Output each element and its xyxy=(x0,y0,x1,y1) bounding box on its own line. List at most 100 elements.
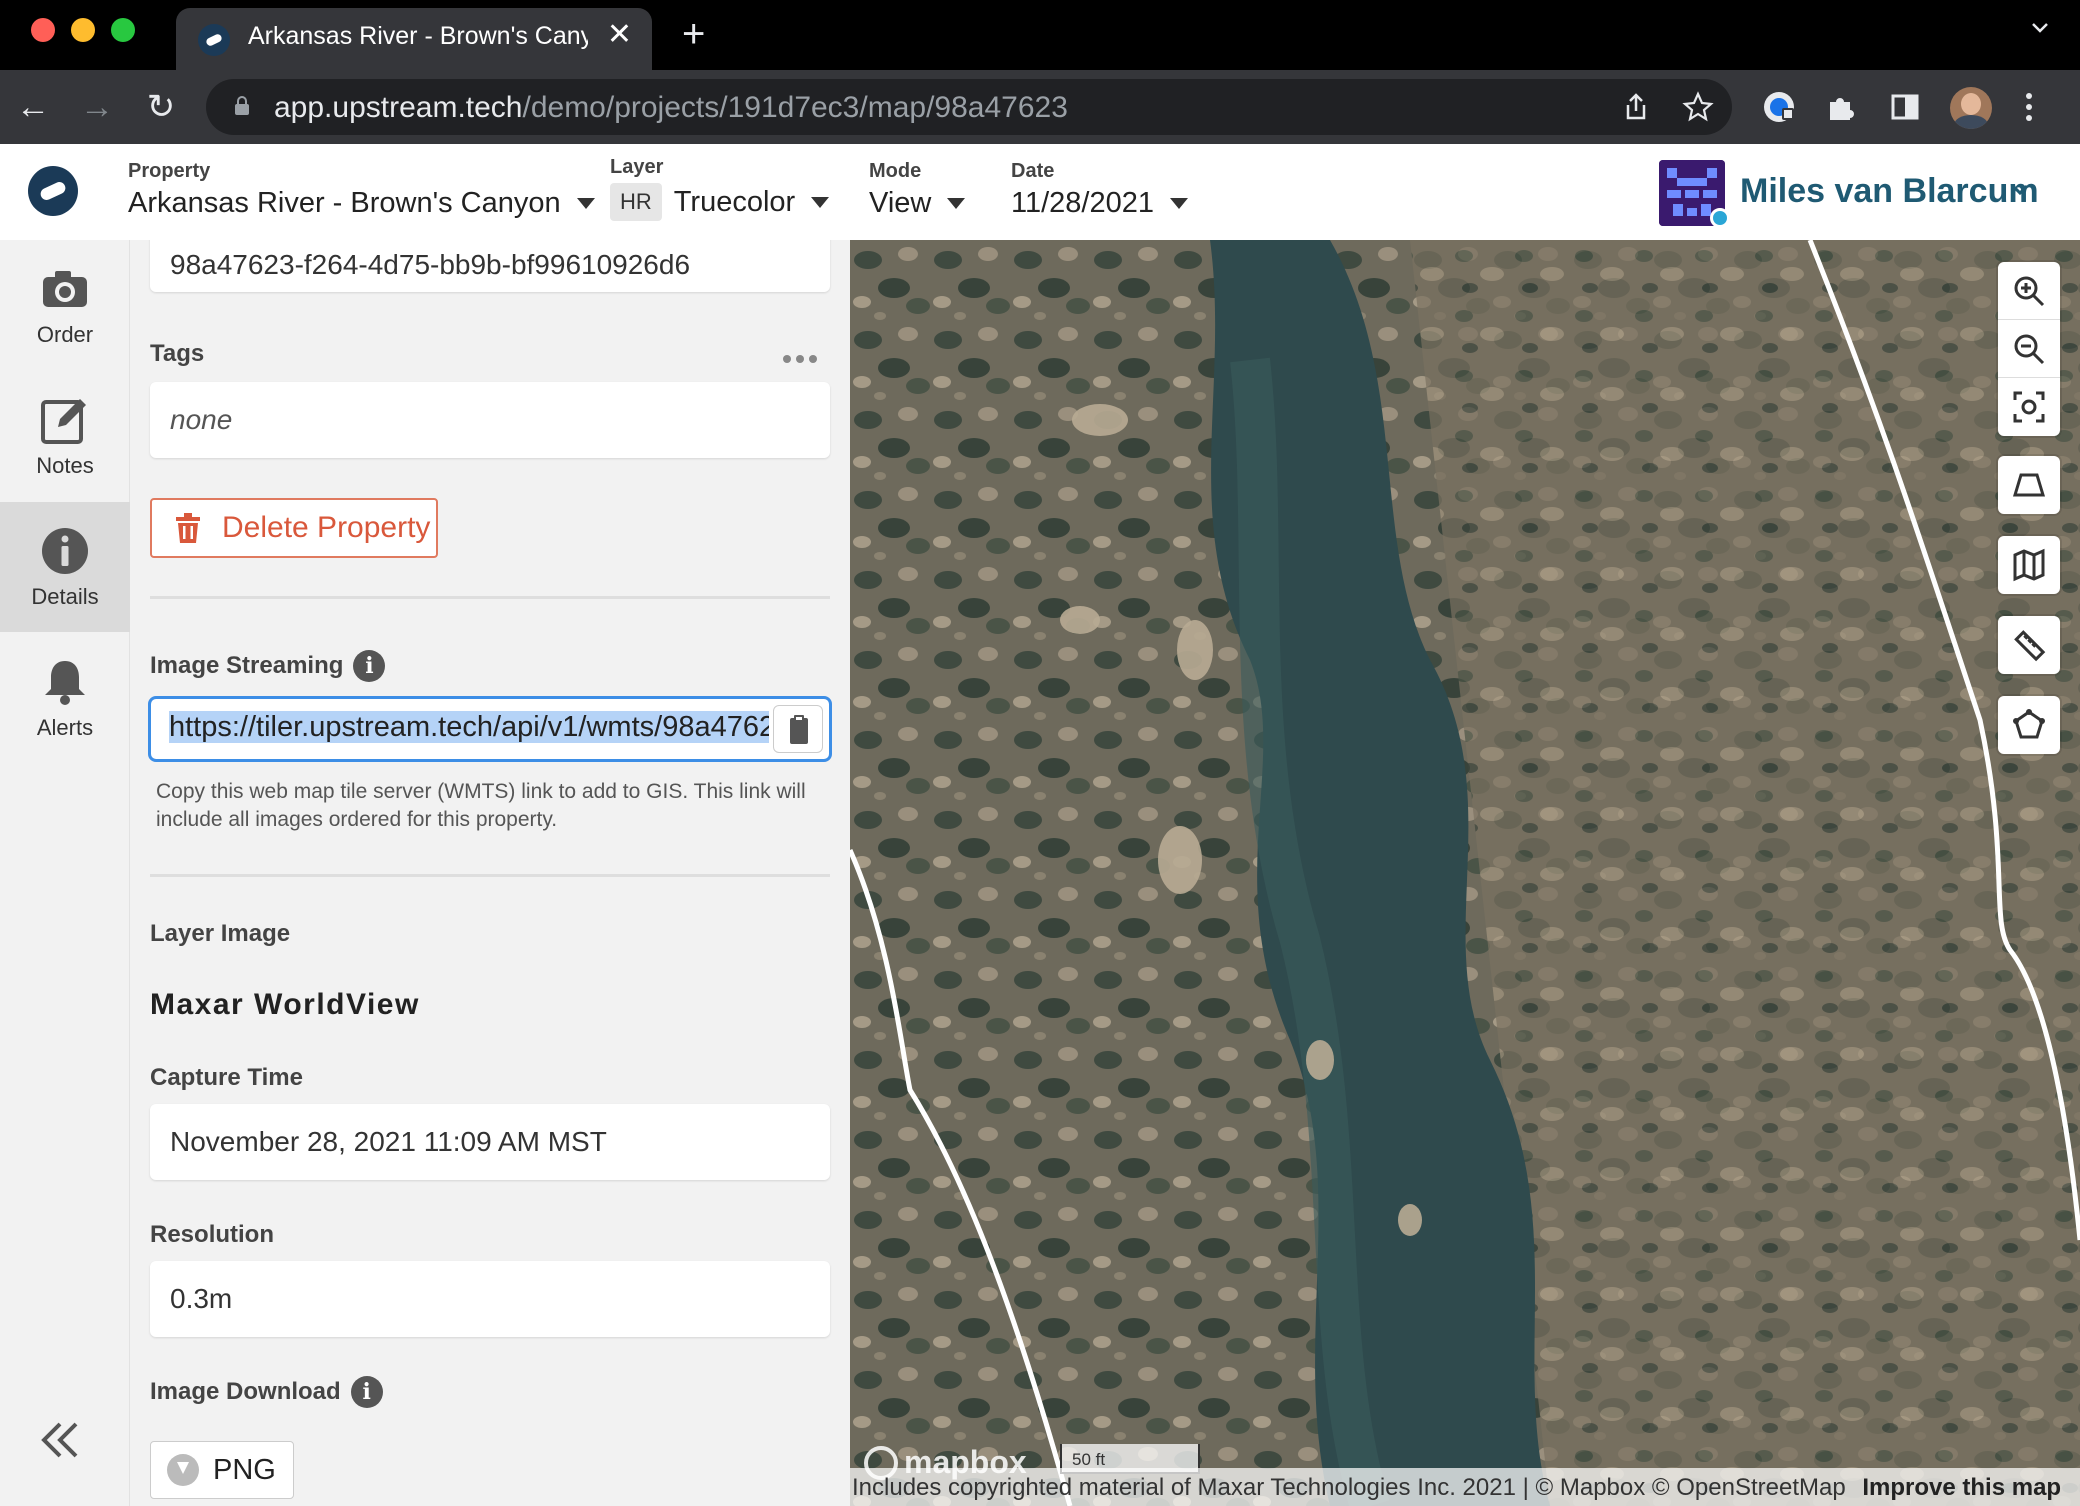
satellite-imagery xyxy=(850,240,2080,1506)
property-selector[interactable]: Property Arkansas River - Brown's Canyon xyxy=(128,160,595,220)
fit-bounds-icon xyxy=(2013,391,2045,423)
sidebar-item-details[interactable]: Details xyxy=(0,502,130,632)
caret-down-icon xyxy=(576,198,595,209)
property-id-field[interactable]: 98a47623-f264-4d75-bb9b-bf99610926d6 xyxy=(150,240,830,292)
extensions-puzzle-icon[interactable] xyxy=(1822,88,1860,126)
date-selector[interactable]: Date 11/28/2021 xyxy=(1011,160,1188,220)
improve-map-link[interactable]: Improve this map xyxy=(1862,1474,2061,1501)
password-manager-extension-icon[interactable] xyxy=(1760,88,1798,126)
wmts-url-text[interactable]: https://tiler.upstream.tech/api/v1/wmts/… xyxy=(169,711,769,744)
property-value: Arkansas River - Brown's Canyon xyxy=(128,187,561,219)
measure-button[interactable] xyxy=(1998,616,2060,674)
collapse-sidebar-icon[interactable] xyxy=(38,1420,82,1460)
browser-toolbar: ← → ↻ app.upstream.tech/demo/projects/19… xyxy=(0,70,2080,144)
app-header: Property Arkansas River - Brown's Canyon… xyxy=(0,144,2080,240)
zoom-in-button[interactable] xyxy=(1998,262,2060,320)
new-tab-button[interactable]: + xyxy=(682,14,705,54)
resolution-label: Resolution xyxy=(150,1221,274,1248)
window-maximize-button[interactable] xyxy=(111,18,135,42)
layer-value: Truecolor xyxy=(673,185,796,218)
chrome-profile-avatar[interactable] xyxy=(1950,87,1992,129)
png-download-button[interactable]: PNG xyxy=(150,1441,294,1499)
share-icon[interactable] xyxy=(1618,89,1654,125)
back-arrow-icon[interactable]: ← xyxy=(14,88,52,126)
address-bar[interactable]: app.upstream.tech/demo/projects/191d7ec3… xyxy=(206,79,1732,135)
clipboard-icon xyxy=(790,715,808,744)
wmts-help-text: Copy this web map tile server (WMTS) lin… xyxy=(156,780,806,831)
ruler-icon xyxy=(2014,630,2046,662)
layer-image-value: Maxar WorldView xyxy=(150,988,420,1021)
tags-label: Tags xyxy=(150,340,205,367)
perspective-icon xyxy=(2012,473,2046,497)
edit-note-icon xyxy=(41,399,86,444)
capture-time-label: Capture Time xyxy=(150,1064,303,1091)
browser-tab-bar: Arkansas River - Brown's Canyon ✕ + xyxy=(0,0,2080,70)
sidebar-item-notes[interactable]: Notes xyxy=(0,371,130,501)
caret-down-icon xyxy=(947,198,966,209)
chevron-down-icon[interactable] xyxy=(2010,182,2030,198)
fit-bounds-button[interactable] xyxy=(1998,378,2060,436)
user-name[interactable]: Miles van Blarcum xyxy=(1740,172,2039,211)
png-label: PNG xyxy=(213,1453,276,1486)
info-circle-icon xyxy=(42,528,88,574)
basemap-button[interactable] xyxy=(1998,536,2060,594)
info-icon[interactable]: i xyxy=(350,1376,383,1408)
layer-label: Layer xyxy=(610,156,664,178)
satellite-map[interactable]: mapbox 50 ft Includes copyrighted materi… xyxy=(850,240,2080,1506)
capture-time-field[interactable]: November 28, 2021 11:09 AM MST xyxy=(150,1104,830,1180)
window-close-button[interactable] xyxy=(31,18,55,42)
map-attribution: Includes copyrighted material of Maxar T… xyxy=(850,1468,2080,1506)
image-streaming-text: Image Streaming xyxy=(150,652,344,679)
sidebar-label-order: Order xyxy=(36,322,94,347)
tab-search-chevron-icon[interactable] xyxy=(2030,18,2050,38)
tab-close-icon[interactable]: ✕ xyxy=(607,20,632,50)
zoom-out-button[interactable] xyxy=(1998,320,2060,378)
bookmark-star-icon[interactable] xyxy=(1680,89,1716,125)
sidebar-item-order[interactable]: Order xyxy=(0,240,130,370)
sidebar-item-alerts[interactable]: Alerts xyxy=(0,633,130,763)
upstream-logo-icon[interactable] xyxy=(28,166,78,216)
tilt-3d-button[interactable] xyxy=(1998,456,2060,514)
resolution-chip: HR xyxy=(610,183,662,221)
upstream-favicon-icon xyxy=(198,24,230,56)
measure-control xyxy=(1998,616,2060,674)
copy-clipboard-button[interactable] xyxy=(773,705,823,753)
forward-arrow-icon[interactable]: → xyxy=(78,88,116,126)
date-value: 11/28/2021 xyxy=(1011,187,1154,219)
browser-tab[interactable]: Arkansas River - Brown's Canyon ✕ xyxy=(176,8,652,70)
chrome-menu-icon[interactable] xyxy=(2024,88,2034,126)
zoom-out-icon xyxy=(2014,334,2045,364)
reload-icon[interactable]: ↻ xyxy=(142,88,180,126)
more-options-icon[interactable] xyxy=(782,354,818,364)
section-divider xyxy=(150,596,830,599)
image-streaming-label: Image Streaming i xyxy=(150,650,386,682)
zoom-in-icon xyxy=(2014,276,2045,306)
caret-down-icon xyxy=(1170,198,1188,209)
resolution-field[interactable]: 0.3m xyxy=(150,1261,830,1337)
zoom-control-group xyxy=(1998,262,2060,436)
url-text: app.upstream.tech/demo/projects/191d7ec3… xyxy=(274,91,1068,124)
mode-selector[interactable]: Mode View xyxy=(869,160,966,220)
window-minimize-button[interactable] xyxy=(71,18,95,42)
date-label: Date xyxy=(1011,160,1055,182)
basemap-control xyxy=(1998,536,2060,594)
mode-value: View xyxy=(869,187,932,219)
info-icon[interactable]: i xyxy=(353,650,386,682)
draw-control xyxy=(1998,696,2060,754)
attribution-text: Includes copyrighted material of Maxar T… xyxy=(852,1474,1846,1501)
sidebar-rail: Order Notes Details Alerts xyxy=(0,240,130,1506)
layer-selector[interactable]: Layer HR Truecolor xyxy=(610,156,830,221)
map-icon xyxy=(2013,548,2045,582)
wmts-url-field[interactable]: https://tiler.upstream.tech/api/v1/wmts/… xyxy=(148,696,832,762)
side-panel-icon[interactable] xyxy=(1886,88,1924,126)
tab-title: Arkansas River - Brown's Canyon xyxy=(248,22,588,50)
layer-image-label: Layer Image xyxy=(150,920,291,947)
perspective-control xyxy=(1998,456,2060,514)
lock-icon xyxy=(235,96,249,115)
draw-polygon-button[interactable] xyxy=(1998,696,2060,754)
caret-down-icon xyxy=(811,196,830,208)
image-download-text: Image Download xyxy=(150,1378,341,1405)
tags-field[interactable]: none xyxy=(150,382,830,458)
delete-property-button[interactable]: Delete Property xyxy=(150,498,438,558)
delete-property-label: Delete Property xyxy=(222,511,431,544)
